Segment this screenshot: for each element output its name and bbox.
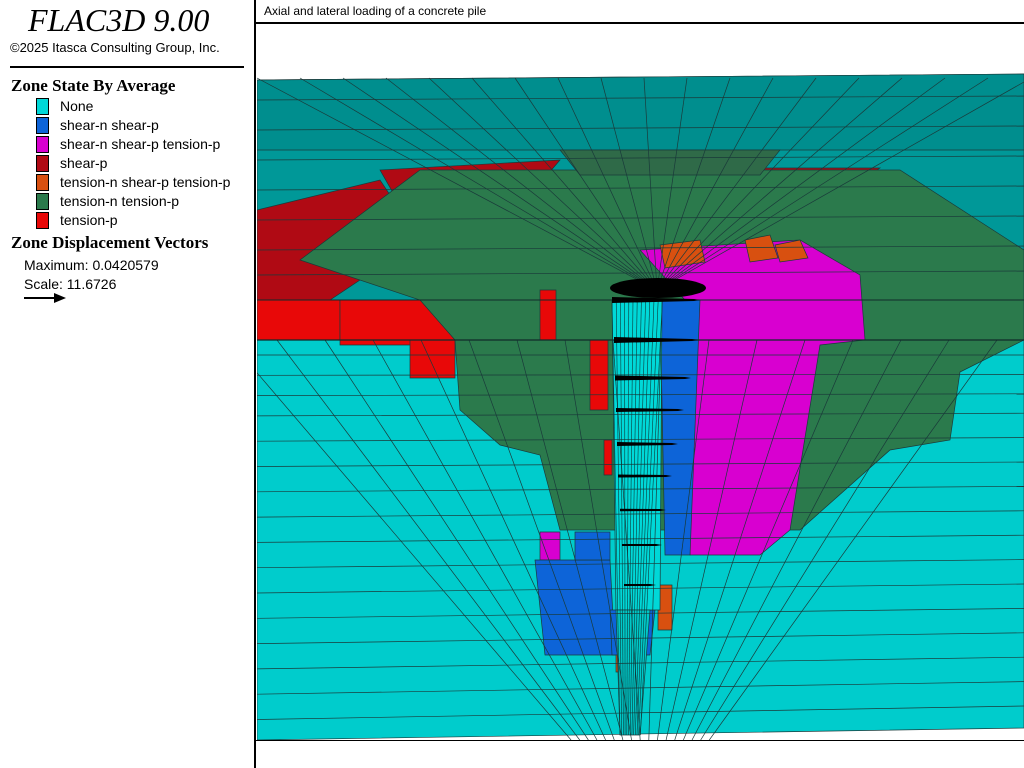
- legend-label: tension-p: [60, 212, 118, 228]
- legend-swatch: [36, 136, 49, 153]
- zone-state-title: Zone State By Average: [11, 76, 176, 95]
- zone-shear-n-shear-p: [574, 531, 611, 561]
- zone-shear-n-shear-p-tension-p: [539, 531, 561, 561]
- legend-swatch: [36, 212, 49, 229]
- zone-tension-p: [257, 299, 341, 341]
- plot-title: Axial and lateral loading of a concrete …: [264, 4, 487, 18]
- legend-swatch: [36, 155, 49, 172]
- displacement-title: Zone Displacement Vectors: [11, 233, 209, 252]
- legend-label: tension-n tension-p: [60, 193, 180, 209]
- pile-model-render: [257, 73, 1024, 740]
- app-title: FLAC3D 9.00: [28, 2, 210, 38]
- legend-swatch: [36, 98, 49, 115]
- legend-label: tension-n shear-p tension-p: [60, 174, 231, 190]
- legend-panel: FLAC3D 9.00 ©2025 Itasca Consulting Grou…: [0, 0, 256, 768]
- legend-swatch: [36, 193, 49, 210]
- copyright-text: ©2025 Itasca Consulting Group, Inc.: [10, 40, 220, 55]
- model-viewport[interactable]: [257, 25, 1024, 740]
- legend-label: shear-n shear-p: [60, 117, 159, 133]
- zone-tension-p: [409, 339, 456, 379]
- viewport-bottom-border: [256, 740, 1024, 741]
- legend-label: None: [60, 98, 94, 114]
- legend-label: shear-p: [60, 155, 108, 171]
- plot-title-bar: Axial and lateral loading of a concrete …: [256, 0, 1024, 24]
- scale-value: Scale: 11.6726: [24, 276, 117, 292]
- zone-shear-n-shear-p: [534, 559, 616, 656]
- zone-tension-p: [539, 289, 557, 341]
- legend-swatch: [36, 174, 49, 191]
- divider: [10, 66, 244, 68]
- zone-tension-p: [603, 439, 613, 476]
- legend-swatch: [36, 117, 49, 134]
- displacement-vector-cluster: [610, 278, 706, 298]
- displacement-vector: [620, 508, 666, 512]
- displacement-vector: [624, 584, 656, 586]
- arrow-right-icon: [24, 293, 66, 303]
- displacement-vector: [622, 544, 662, 546]
- legend-label: shear-n shear-p tension-p: [60, 136, 221, 152]
- maximum-value: Maximum: 0.0420579: [24, 257, 159, 273]
